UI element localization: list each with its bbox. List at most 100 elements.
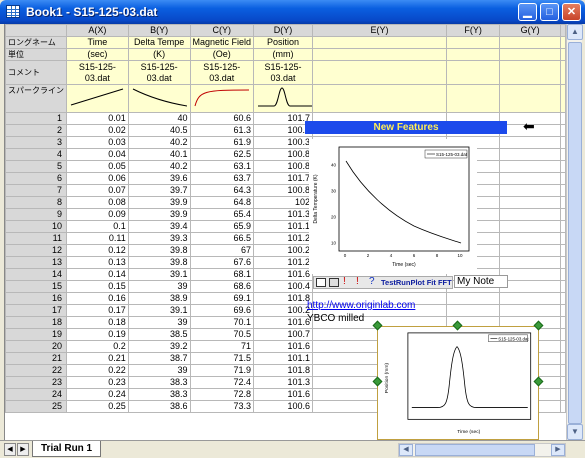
empty-cell[interactable]: [499, 136, 561, 149]
data-cell[interactable]: 38.5: [127, 328, 191, 341]
sparkline-cell[interactable]: [189, 84, 255, 113]
empty-cell[interactable]: [499, 148, 561, 161]
column-header[interactable]: B(Y): [127, 24, 191, 37]
data-cell[interactable]: 69.6: [189, 304, 255, 317]
data-cell[interactable]: 65.9: [189, 220, 255, 233]
long-name-cell[interactable]: Magnetic Field: [189, 36, 255, 49]
empty-cell[interactable]: [499, 232, 561, 245]
data-cell[interactable]: 67.6: [189, 256, 255, 269]
empty-cell[interactable]: [499, 172, 561, 185]
data-cell[interactable]: 72.8: [189, 388, 255, 401]
row-header[interactable]: 9: [5, 208, 67, 221]
data-cell[interactable]: 38.6: [127, 400, 191, 413]
column-header[interactable]: F(Y): [446, 24, 501, 37]
table-row[interactable]: 12 0.12 39.8 67 100.2: [5, 244, 566, 257]
data-cell[interactable]: 71.5: [189, 352, 255, 365]
data-cell[interactable]: 100.3: [253, 136, 314, 149]
data-cell[interactable]: 0.11: [66, 232, 129, 245]
row-header[interactable]: 20: [5, 340, 67, 353]
data-cell[interactable]: 0.03: [66, 136, 129, 149]
row-header[interactable]: 8: [5, 196, 67, 209]
scroll-down-icon[interactable]: ▼: [567, 424, 583, 440]
data-cell[interactable]: 0.07: [66, 184, 129, 197]
data-cell[interactable]: 100.6: [253, 400, 314, 413]
hscroll-thumb[interactable]: [415, 444, 535, 456]
unit-cell[interactable]: (K): [127, 48, 191, 61]
table-row[interactable]: 7 0.07 39.7 64.3 100.8: [5, 184, 566, 197]
row-header[interactable]: 18: [5, 316, 67, 329]
data-cell[interactable]: 101.1: [253, 220, 314, 233]
data-cell[interactable]: 0.23: [66, 376, 129, 389]
empty-cell[interactable]: [499, 220, 561, 233]
empty-cell[interactable]: [499, 280, 561, 293]
data-cell[interactable]: 101.1: [253, 352, 314, 365]
table-row[interactable]: 10 0.1 39.4 65.9 101.1: [5, 220, 566, 233]
empty-cell[interactable]: [499, 196, 561, 209]
data-cell[interactable]: 40.1: [127, 148, 191, 161]
data-cell[interactable]: 72.4: [189, 376, 255, 389]
empty-cell[interactable]: [560, 112, 566, 125]
data-cell[interactable]: 101.6: [253, 388, 314, 401]
maximize-button[interactable]: □: [540, 3, 559, 21]
tab-prev-button[interactable]: ◀: [4, 443, 16, 456]
data-cell[interactable]: 39.9: [127, 196, 191, 209]
data-cell[interactable]: 67: [189, 244, 255, 257]
sparkline-cell[interactable]: [499, 84, 561, 113]
empty-cell[interactable]: [560, 136, 566, 149]
originlab-link[interactable]: http://www.originlab.com: [307, 300, 415, 311]
data-cell[interactable]: 101.3: [253, 208, 314, 221]
my-note[interactable]: My Note: [454, 275, 508, 288]
empty-cell[interactable]: [560, 172, 566, 185]
unit-cell[interactable]: (mm): [253, 48, 314, 61]
empty-cell[interactable]: [499, 304, 561, 317]
mini-toolbar[interactable]: ! ! ? TestRunPlot Fit FFT: [313, 276, 453, 289]
data-cell[interactable]: 0.08: [66, 196, 129, 209]
data-cell[interactable]: 38.3: [127, 376, 191, 389]
grid-icon[interactable]: [329, 278, 339, 287]
comment-cell[interactable]: [446, 60, 501, 85]
row-header[interactable]: 25: [5, 400, 67, 413]
data-cell[interactable]: 0.25: [66, 400, 129, 413]
data-cell[interactable]: 39.8: [127, 244, 191, 257]
long-name-cell[interactable]: Delta Tempe: [127, 36, 191, 49]
horizontal-scrollbar[interactable]: ◀ ▶: [398, 443, 566, 457]
data-cell[interactable]: 100.9: [253, 124, 314, 137]
data-cell[interactable]: 66.5: [189, 232, 255, 245]
empty-cell[interactable]: [499, 160, 561, 173]
empty-cell[interactable]: [499, 208, 561, 221]
data-cell[interactable]: 39.8: [127, 256, 191, 269]
empty-cell[interactable]: [499, 256, 561, 269]
comment-cell[interactable]: S15-125-03.dat: [189, 60, 255, 85]
data-cell[interactable]: 39.4: [127, 220, 191, 233]
tab-next-button[interactable]: ▶: [17, 443, 29, 456]
worksheet[interactable]: A(X) B(Y) C(Y) D(Y) E(Y) F(Y) G(Y) ロングネーム Time De…: [4, 24, 566, 440]
empty-cell[interactable]: [499, 184, 561, 197]
empty-cell[interactable]: [446, 304, 501, 317]
data-cell[interactable]: 39.6: [127, 172, 191, 185]
corner-cell[interactable]: [5, 24, 67, 37]
data-cell[interactable]: 71: [189, 340, 255, 353]
unit-cell[interactable]: (Oe): [189, 48, 255, 61]
data-cell[interactable]: 61.9: [189, 136, 255, 149]
table-row[interactable]: 4 0.04 40.1 62.5 100.8: [5, 148, 566, 161]
data-cell[interactable]: 63.7: [189, 172, 255, 185]
data-cell[interactable]: 0.2: [66, 340, 129, 353]
data-cell[interactable]: 40.2: [127, 160, 191, 173]
table-row[interactable]: 5 0.05 40.2 63.1 100.8: [5, 160, 566, 173]
data-cell[interactable]: 0.17: [66, 304, 129, 317]
data-cell[interactable]: 39.2: [127, 340, 191, 353]
table-row[interactable]: 16 0.16 38.9 69.1 101.8: [5, 292, 566, 305]
data-cell[interactable]: 102: [253, 196, 314, 209]
empty-cell[interactable]: [560, 376, 566, 389]
scroll-up-icon[interactable]: ▲: [567, 24, 583, 40]
empty-cell[interactable]: [560, 232, 566, 245]
row-header[interactable]: 3: [5, 136, 67, 149]
data-cell[interactable]: 39.7: [127, 184, 191, 197]
data-cell[interactable]: 101.8: [253, 292, 314, 305]
empty-cell[interactable]: [560, 244, 566, 257]
empty-cell[interactable]: [560, 220, 566, 233]
sparkline-cell[interactable]: [66, 84, 129, 113]
row-header[interactable]: 5: [5, 160, 67, 173]
unit-cell[interactable]: [312, 48, 448, 61]
exclamation-icon[interactable]: !: [343, 276, 346, 287]
